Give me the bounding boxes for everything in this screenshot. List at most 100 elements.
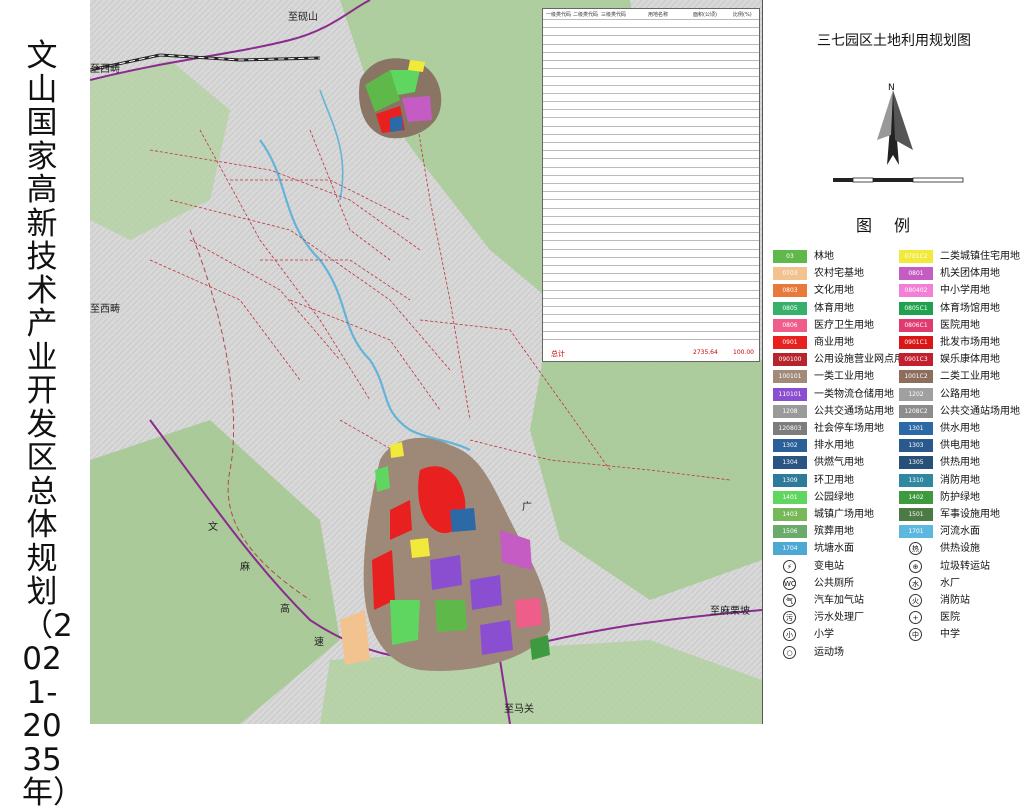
legend-label: 污水处理厂: [814, 612, 864, 624]
legend-label: 中学: [940, 629, 960, 641]
legend-label: 消防用地: [940, 474, 980, 486]
legend-title: 图例: [855, 216, 932, 235]
table-row: [543, 35, 759, 37]
facility-symbol-icon: +: [909, 611, 922, 625]
legend-swatch: 1401: [773, 490, 807, 504]
table-row: [543, 215, 759, 217]
legend-swatch: 0803: [773, 284, 807, 298]
legend-label: 城镇广场用地: [814, 509, 874, 520]
table-row: [543, 117, 759, 119]
table-row: [543, 84, 759, 86]
legend-label: 小学: [814, 629, 834, 641]
legend-label: 供燃气用地: [814, 457, 864, 469]
facility-symbol-icon: ⚡: [783, 559, 796, 573]
legend-label: 商业用地: [814, 337, 854, 348]
table-row: [543, 76, 759, 78]
table-row: [543, 183, 759, 184]
table-row: [543, 207, 759, 209]
table-row: [543, 306, 759, 307]
legend-label: 军事设施用地: [940, 509, 1000, 520]
table-row: [543, 174, 759, 176]
table-row: [543, 43, 759, 45]
facility-symbol-icon: 气: [783, 594, 796, 607]
legend-swatch: 0806: [773, 318, 807, 332]
label-to-maguan: 至马关: [504, 702, 534, 715]
legend-label: 消防站: [940, 595, 970, 606]
legend-swatch: 1506: [773, 525, 807, 539]
legend-label: 排水用地: [814, 440, 854, 452]
legend-swatch: 0805: [773, 301, 807, 315]
legend-swatch: 1501: [899, 508, 933, 521]
title-band: 文山国家高新技术产业开发区总体规划（2021-2035年）: [0, 0, 90, 810]
legend-label: 供水用地: [940, 423, 980, 434]
legend-swatch: 1704: [773, 542, 807, 556]
table-row: [543, 289, 759, 291]
legend-label: 文化用地: [814, 285, 854, 297]
table-row: [543, 330, 759, 332]
table-row: [543, 92, 759, 94]
label-wen: 文: [208, 520, 218, 533]
table-row: [543, 256, 759, 258]
table-row: [543, 248, 759, 250]
legend-label: 汽车加气站: [814, 595, 864, 606]
table-row: [543, 166, 759, 168]
table-col-header: 用地名称: [648, 12, 669, 18]
facility-symbol-icon: 中: [909, 628, 922, 642]
table-row: [543, 60, 759, 61]
legend-label: 变电站: [814, 560, 844, 572]
label-to-xichou-left: 至西畴: [90, 302, 120, 315]
legend-swatch: 03: [773, 250, 807, 263]
north-park-cluster[interactable]: [359, 58, 442, 139]
table-col-header: 三级类代码: [601, 12, 627, 18]
table-row: [543, 240, 759, 242]
table-col-header: 一级类代码: [546, 12, 572, 18]
legend-swatch: 1208: [773, 404, 807, 418]
facility-symbol-icon: 小: [783, 628, 796, 642]
facility-symbol-icon: 火: [909, 594, 922, 607]
legend-label: 一类工业用地: [814, 371, 874, 383]
table-row: [543, 281, 759, 283]
legend-label: 防护绿地: [940, 491, 980, 503]
right-panel: 三七园区土地利用规划图 N 图例 03 林地 0701C2 二类城镇住宅用地 0703 农…: [762, 0, 1024, 724]
legend-label: 批发市场用地: [940, 337, 1000, 348]
label-to-yanshan: 至砚山: [288, 11, 318, 23]
facility-symbol-icon: 污: [783, 611, 796, 625]
legend-swatch: 1208C2: [899, 404, 933, 418]
legend-label: 河流水面: [940, 526, 980, 538]
label-guang: 广: [522, 501, 532, 513]
legend-label: 林地: [814, 251, 834, 262]
legend-swatch: 0901: [773, 336, 807, 349]
legend-label: 娱乐康体用地: [940, 354, 1000, 366]
scale-bar: [833, 177, 964, 183]
legend-label: 医院: [940, 612, 960, 624]
facility-symbol-icon: WC: [783, 576, 796, 590]
legend-label: 坑塘水面: [814, 543, 854, 555]
legend-label: 公共厕所: [814, 577, 854, 589]
legend-label: 二类城镇住宅用地: [940, 251, 1020, 262]
table-row: [543, 158, 759, 160]
table-row: [543, 133, 759, 135]
legend-swatch: 1202: [899, 387, 933, 401]
legend-swatch: 0703: [773, 267, 807, 281]
legend-swatch: 1001C2: [899, 370, 933, 384]
table-row: [543, 150, 759, 152]
table-row: [543, 338, 759, 340]
legend-label: 水厂: [940, 577, 960, 589]
label-ma: 麻: [240, 560, 250, 573]
table-total-area: 2735.64: [693, 349, 718, 356]
legend-label: 殡葬用地: [814, 526, 854, 538]
legend-label: 农村宅基地: [814, 268, 864, 280]
table-row: [543, 125, 759, 127]
table-col-header: 面积(公顷): [693, 12, 717, 18]
legend-label: 公路用地: [940, 388, 980, 400]
table-row: [543, 314, 759, 316]
legend-label: 运动场: [814, 646, 844, 658]
legend-swatch: 1304: [773, 456, 807, 470]
legend-swatch: 090100: [773, 353, 807, 367]
table-row: [543, 68, 759, 70]
legend-swatch: 0806C1: [899, 318, 933, 332]
legend-label: 供电用地: [940, 440, 980, 452]
legend-label: 医疗卫生用地: [814, 319, 874, 331]
legend-swatch: 0901C3: [899, 353, 933, 367]
label-gao: 高: [280, 602, 290, 615]
